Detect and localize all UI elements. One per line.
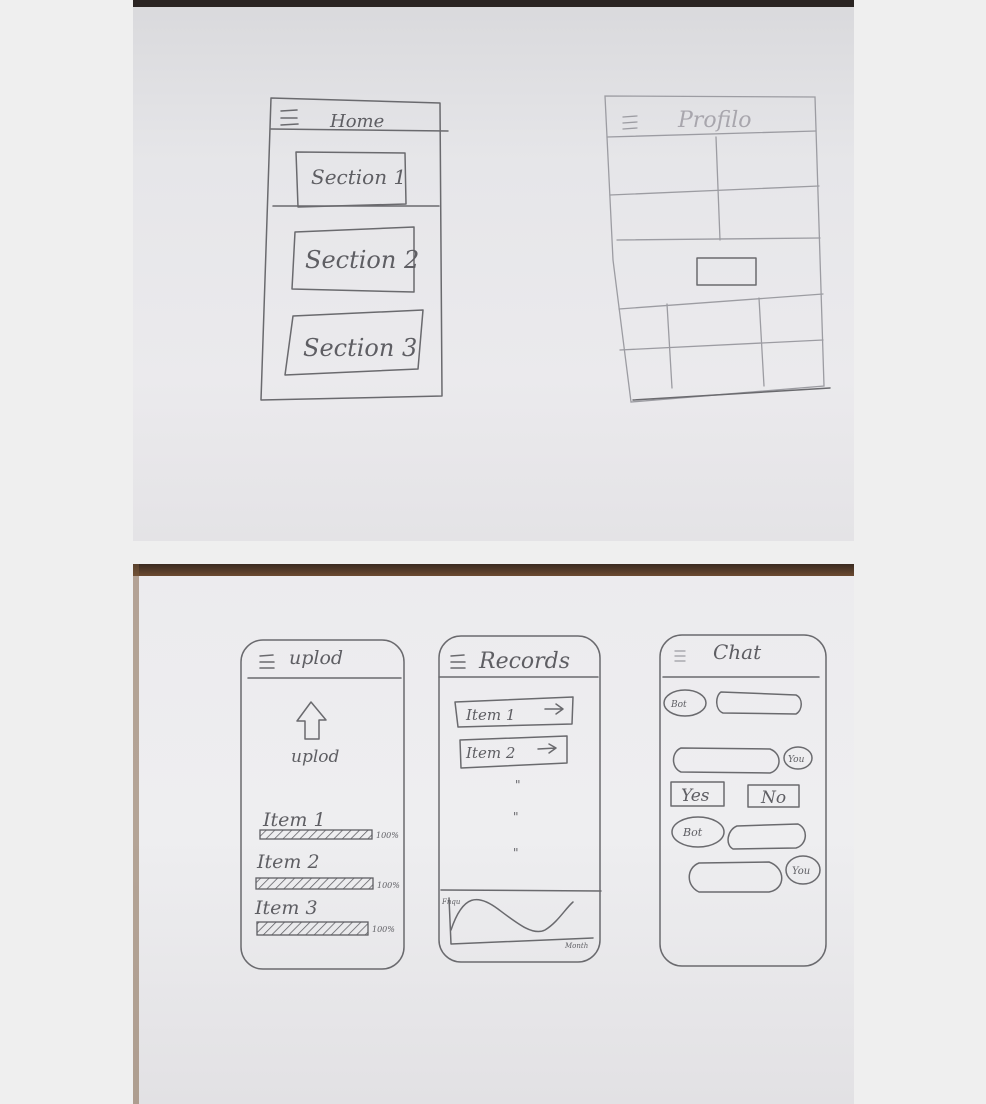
section-2-button[interactable]: Section 2 bbox=[291, 226, 419, 293]
record-item-2[interactable]: Item 2 bbox=[459, 735, 568, 769]
sketch-photo-bottom: uplod uplod Item 1 100% Item 2 100% Item… bbox=[133, 564, 854, 1104]
chat-message-you-2: You bbox=[688, 855, 821, 893]
hamburger-icon[interactable] bbox=[450, 654, 466, 669]
profile-button[interactable] bbox=[696, 257, 757, 286]
chat-no-button[interactable]: No bbox=[747, 784, 800, 808]
chat-message-bot-2: Bot bbox=[671, 816, 806, 850]
svg-text:100%: 100% bbox=[377, 881, 400, 890]
hamburger-icon[interactable] bbox=[259, 654, 275, 669]
svg-text:": " bbox=[513, 846, 519, 860]
svg-text:Item 1: Item 1 bbox=[465, 706, 515, 724]
svg-text:Bot: Bot bbox=[682, 826, 703, 839]
upload-item-2: Item 2 100% bbox=[255, 851, 400, 890]
records-title: Records bbox=[478, 649, 570, 674]
hamburger-icon[interactable] bbox=[280, 109, 299, 126]
upload-item-1: Item 1 100% bbox=[259, 809, 399, 840]
sketch-photo-top: Home Section 1 Section 2 Section 3 Profi… bbox=[133, 0, 854, 541]
records-wireframe: Records Item 1 Item 2 " " " Fnqu Month bbox=[438, 635, 602, 963]
svg-text:Month: Month bbox=[564, 942, 588, 950]
svg-text:You: You bbox=[792, 866, 810, 877]
hamburger-icon[interactable] bbox=[674, 650, 686, 662]
svg-text:No: No bbox=[760, 788, 786, 808]
profile-title: Profilo bbox=[677, 108, 752, 133]
svg-text:Section 2: Section 2 bbox=[305, 246, 419, 274]
upload-arrow-icon[interactable] bbox=[296, 701, 327, 740]
arrow-right-icon bbox=[537, 743, 557, 754]
chat-message-you-1: You bbox=[672, 746, 813, 774]
svg-text:Bot: Bot bbox=[670, 700, 687, 710]
profile-wireframe: Profilo bbox=[604, 95, 831, 403]
arrow-right-icon bbox=[544, 703, 564, 715]
upload-wireframe: uplod uplod Item 1 100% Item 2 100% Item… bbox=[240, 639, 405, 970]
progress-bar-2 bbox=[255, 877, 374, 890]
svg-text:Item 3: Item 3 bbox=[254, 897, 318, 919]
svg-text:100%: 100% bbox=[372, 925, 395, 934]
chat-yes-button[interactable]: Yes bbox=[670, 781, 725, 807]
svg-text:100%: 100% bbox=[376, 831, 399, 840]
svg-text:You: You bbox=[788, 755, 805, 765]
home-title: Home bbox=[329, 111, 384, 132]
svg-text:Item 2: Item 2 bbox=[465, 744, 515, 762]
progress-bar-1 bbox=[259, 829, 373, 840]
chat-message-bot-1: Bot bbox=[663, 689, 802, 717]
section-3-button[interactable]: Section 3 bbox=[284, 309, 424, 376]
hamburger-icon[interactable] bbox=[622, 115, 638, 130]
svg-text:": " bbox=[515, 778, 521, 792]
svg-text:Yes: Yes bbox=[681, 786, 710, 806]
record-item-1[interactable]: Item 1 bbox=[454, 696, 574, 728]
upload-title: uplod bbox=[289, 647, 343, 669]
svg-text:": " bbox=[513, 810, 519, 824]
upload-label: uplod bbox=[291, 747, 340, 767]
upload-item-3: Item 3 100% bbox=[254, 897, 395, 936]
section-1-button[interactable]: Section 1 bbox=[295, 151, 407, 208]
progress-bar-3 bbox=[256, 921, 369, 936]
svg-text:Item 2: Item 2 bbox=[256, 851, 320, 873]
svg-text:Section 1: Section 1 bbox=[311, 165, 406, 189]
svg-text:Fnqu: Fnqu bbox=[441, 898, 461, 906]
chat-wireframe: Chat Bot You Yes No Bot You bbox=[659, 634, 827, 967]
home-wireframe: Home Section 1 Section 2 Section 3 bbox=[260, 97, 449, 401]
svg-text:Section 3: Section 3 bbox=[303, 334, 417, 362]
chat-title: Chat bbox=[713, 640, 762, 664]
svg-text:Item 1: Item 1 bbox=[262, 809, 326, 831]
records-chart: Fnqu Month bbox=[441, 897, 594, 950]
